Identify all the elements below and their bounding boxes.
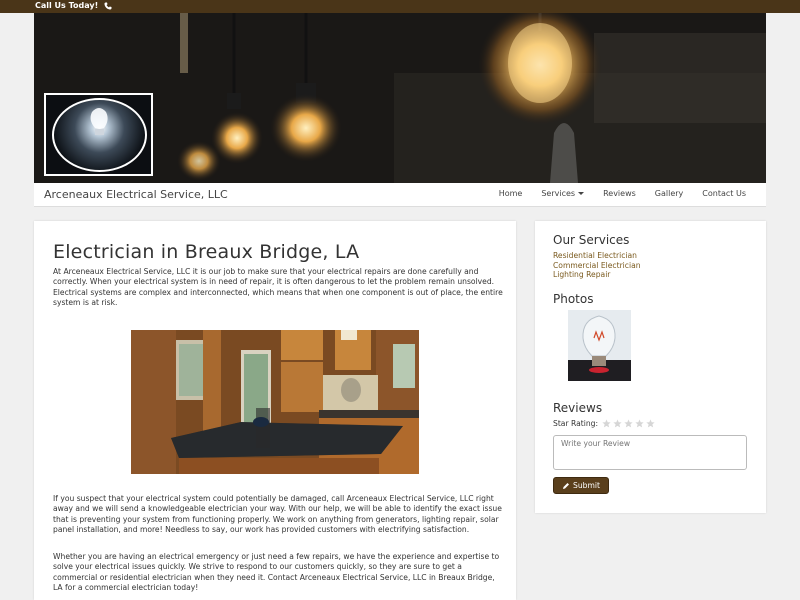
submit-review-button[interactable]: Submit [553,477,609,494]
star-rating-input[interactable] [602,419,657,428]
services-paragraph: If you suspect that your electrical syst… [53,494,502,534]
main-content: Electrician in Breaux Bridge, LA At Arce… [34,221,516,600]
photo-thumbnail[interactable] [568,310,631,381]
nav-item-reviews[interactable]: Reviews [603,189,636,198]
nav-item-services[interactable]: Services [541,189,585,198]
pencil-icon [563,482,570,489]
service-link-lighting-repair[interactable]: Lighting Repair [553,270,610,279]
nav-item-services-label: Services [541,189,576,198]
nav-menu: Home Services Reviews Gallery Contact Us [480,189,746,198]
main-navbar: Arceneaux Electrical Service, LLC Home S… [34,183,766,207]
star-icon[interactable] [646,419,655,428]
phone-icon [104,2,112,9]
star-icon[interactable] [613,419,622,428]
navbar-brand[interactable]: Arceneaux Electrical Service, LLC [44,188,228,201]
star-icon[interactable] [602,419,611,428]
intro-paragraph: At Arceneaux Electrical Service, LLC it … [53,267,503,307]
star-rating-row: Star Rating: [553,419,657,428]
site-logo[interactable] [44,93,153,176]
star-icon[interactable] [635,419,644,428]
lightbulb-logo-icon [52,98,147,172]
star-icon[interactable] [624,419,633,428]
review-textarea[interactable] [553,435,747,470]
sidebar: Our Services Residential Electrician Com… [535,221,766,513]
call-us-label: Call Us Today! [35,1,99,10]
reviews-heading: Reviews [553,401,603,415]
star-rating-label: Star Rating: [553,419,599,428]
call-us-link[interactable]: Call Us Today! [35,1,112,10]
service-link-residential[interactable]: Residential Electrician [553,251,637,260]
services-heading: Our Services [553,233,630,247]
submit-label: Submit [573,481,600,490]
top-bar: Call Us Today! [0,0,800,13]
nav-item-gallery[interactable]: Gallery [655,189,684,198]
page-title: Electrician in Breaux Bridge, LA [53,241,360,263]
photos-heading: Photos [553,292,594,306]
contact-paragraph: Whether you are having an electrical eme… [53,552,500,592]
nav-item-home[interactable]: Home [499,189,523,198]
kitchen-photo [131,330,419,474]
chevron-down-icon [578,192,585,195]
nav-item-contact-us[interactable]: Contact Us [702,189,746,198]
service-link-commercial[interactable]: Commercial Electrician [553,261,641,270]
